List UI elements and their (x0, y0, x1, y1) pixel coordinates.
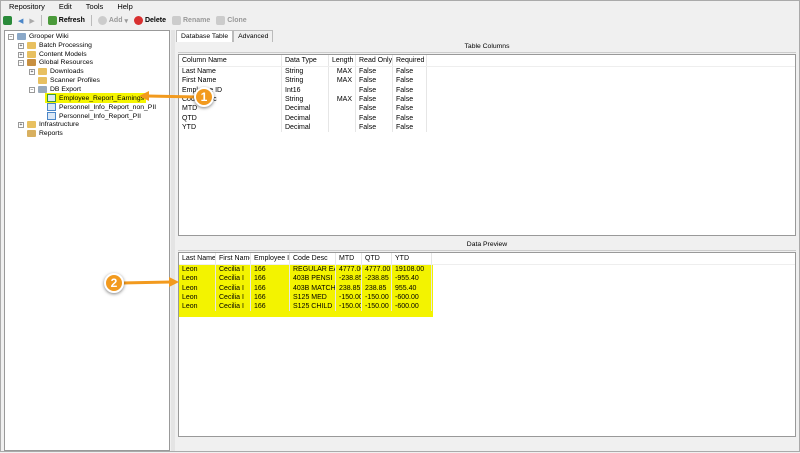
arrow-2 (122, 280, 172, 285)
arrow-1 (146, 94, 198, 99)
callout-badge-2: 2 (104, 273, 124, 293)
arrowhead-2 (169, 277, 179, 287)
arrowhead-1 (139, 91, 149, 101)
callout-arrows (122, 91, 198, 287)
callout-badge-1: 1 (194, 87, 214, 107)
